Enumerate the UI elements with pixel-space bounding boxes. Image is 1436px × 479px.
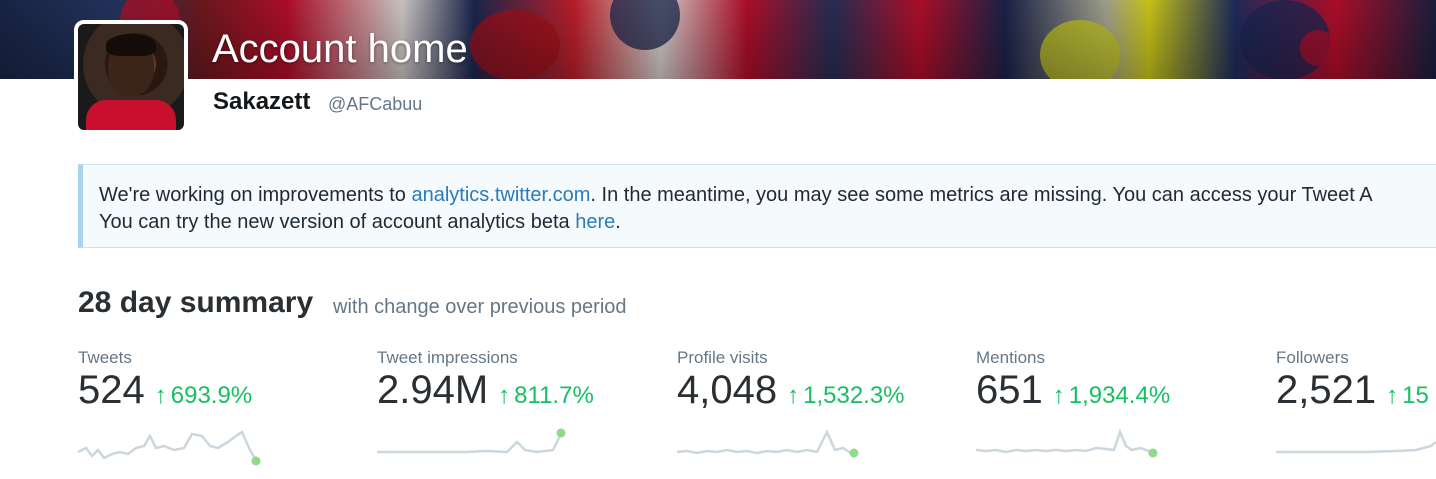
notice-text: . bbox=[615, 211, 621, 233]
notice-text: You can try the new version of account a… bbox=[99, 211, 576, 233]
metric-value: 4,048 bbox=[677, 368, 778, 412]
metric-value: 524 bbox=[78, 368, 145, 412]
metric-value-row: 4,048 ↑ 1,532.3% bbox=[677, 368, 905, 413]
account-handle: @AFCabuu bbox=[328, 94, 423, 114]
metric-tweets[interactable]: Tweets 524 ↑ 693.9% bbox=[77, 348, 358, 478]
metric-value: 2.94M bbox=[377, 368, 489, 412]
summary-title: 28 day summary bbox=[78, 286, 314, 319]
metric-value-row: 2,521 ↑ 15 bbox=[1276, 368, 1429, 413]
metric-value-row: 651 ↑ 1,934.4% bbox=[976, 368, 1170, 413]
metric-value: 651 bbox=[976, 368, 1043, 412]
arrow-up-icon: ↑ bbox=[154, 382, 167, 409]
metric-followers[interactable]: Followers 2,521 ↑ 15 bbox=[1276, 348, 1436, 478]
metric-profile-visits[interactable]: Profile visits 4,048 ↑ 1,532.3% bbox=[676, 348, 957, 478]
analytics-link[interactable]: analytics.twitter.com bbox=[411, 184, 590, 206]
metric-change: 1,532.3% bbox=[803, 382, 905, 409]
metric-value-row: 2.94M ↑ 811.7% bbox=[377, 368, 594, 413]
dot-marker-icon bbox=[849, 448, 859, 458]
dot-marker-icon bbox=[1148, 448, 1158, 458]
notice-line-1: We're working on improvements to analyti… bbox=[99, 184, 1373, 207]
followers-sparkline bbox=[1276, 441, 1436, 454]
metric-change: 811.7% bbox=[514, 382, 594, 409]
metric-value-row: 524 ↑ 693.9% bbox=[78, 368, 252, 413]
metric-change: 15 bbox=[1402, 382, 1429, 409]
metric-label: Profile visits bbox=[677, 348, 768, 367]
notice-text: We're working on improvements to bbox=[99, 184, 412, 206]
mentions-sparkline bbox=[975, 428, 1158, 458]
analytics-notice: We're working on improvements to analyti… bbox=[78, 164, 1436, 248]
profile-visits-sparkline bbox=[676, 429, 859, 458]
metric-change: 693.9% bbox=[170, 382, 253, 409]
metric-value: 2,521 bbox=[1276, 368, 1377, 412]
profile-avatar[interactable] bbox=[74, 20, 188, 134]
tweets-sparkline bbox=[77, 430, 261, 466]
arrow-up-icon: ↑ bbox=[1386, 382, 1399, 409]
metric-change: 1,934.4% bbox=[1068, 382, 1171, 409]
metric-mentions[interactable]: Mentions 651 ↑ 1,934.4% bbox=[975, 348, 1256, 478]
dot-marker-icon bbox=[251, 456, 261, 466]
beta-here-link[interactable]: here bbox=[575, 211, 615, 233]
dot-marker-icon bbox=[556, 428, 566, 438]
notice-text: . In the meantime, you may see some metr… bbox=[590, 184, 1373, 206]
metric-label: Followers bbox=[1276, 348, 1349, 367]
arrow-up-icon: ↑ bbox=[498, 382, 511, 409]
page-title: Account home bbox=[212, 27, 468, 71]
metric-label: Mentions bbox=[976, 348, 1045, 367]
arrow-up-icon: ↑ bbox=[1052, 382, 1065, 409]
summary-subtitle: with change over previous period bbox=[333, 296, 627, 318]
impressions-sparkline bbox=[377, 428, 566, 454]
notice-line-2: You can try the new version of account a… bbox=[99, 211, 621, 234]
metric-tweet-impressions[interactable]: Tweet impressions 2.94M ↑ 811.7% bbox=[377, 348, 657, 478]
metric-label: Tweets bbox=[78, 348, 132, 367]
metric-label: Tweet impressions bbox=[377, 348, 518, 367]
arrow-up-icon: ↑ bbox=[787, 382, 800, 409]
account-display-name: Sakazett bbox=[213, 88, 311, 115]
